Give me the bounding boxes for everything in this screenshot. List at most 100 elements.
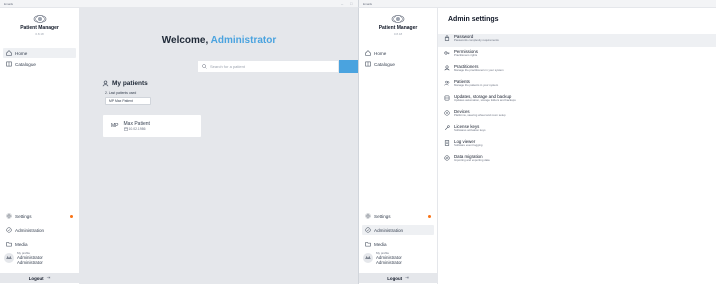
app-name: Patient Manager — [20, 25, 59, 31]
settings-item-text: Data migration Importing and exporting da… — [454, 154, 490, 162]
patient-card[interactable]: MP Max Patient 10.02.1986 — [103, 115, 201, 137]
settings-item-data-migration[interactable]: Data migration Importing and exporting da… — [438, 154, 716, 167]
migration-icon — [444, 155, 450, 161]
lock-icon — [444, 35, 450, 41]
folder-icon — [365, 242, 371, 247]
admin-settings-title: Admin settings — [448, 16, 499, 23]
nav-administration[interactable]: Administration — [3, 225, 76, 235]
nav-catalogue-label-2: Catalogue — [374, 61, 395, 67]
book-icon — [365, 61, 371, 67]
nav-home[interactable]: Home — [3, 48, 76, 58]
patient-date-row: 10.02.1986 — [123, 127, 150, 131]
gear-icon — [365, 213, 371, 219]
nav-media[interactable]: Media — [3, 239, 76, 249]
notification-dot — [70, 214, 73, 218]
settings-item-desc: Manage the practitioners in your system — [454, 68, 504, 72]
gear-icon — [6, 213, 12, 219]
my-patients-title: My patients — [102, 80, 148, 87]
maximize-icon[interactable]: □ — [350, 1, 352, 6]
calendar-icon — [123, 127, 128, 131]
patient-initials: MP — [111, 123, 119, 129]
profile-block[interactable]: AA My profile Administrator Administrato… — [4, 251, 75, 265]
log-icon — [444, 140, 450, 146]
patient-search-input[interactable]: Search for a patient — [197, 60, 339, 73]
settings-item-log-viewer[interactable]: Log viewer Software event logging — [438, 139, 716, 152]
minimize-icon[interactable]: – — [341, 1, 343, 6]
sidebar-2: Patient Manager 0.8.18 Home Catalogue Se… — [358, 8, 438, 284]
storage-icon — [444, 95, 450, 101]
user-icon — [444, 65, 450, 71]
settings-item-desc: Platforms, steering wheel and room setup — [454, 113, 506, 117]
settings-item-text: Patients Manage the patients in your syst… — [454, 79, 498, 87]
logout-label: Logout — [28, 275, 44, 281]
license-icon — [445, 125, 450, 130]
settings-item-desc: Practitioners rights — [454, 53, 478, 57]
logout-button[interactable]: Logout ⇥ — [0, 273, 79, 283]
settings-item-practitioners[interactable]: Practitioners Manage the practitioners in… — [438, 64, 716, 77]
book-icon — [6, 61, 12, 67]
patient-birthdate: 10.02.1986 — [128, 127, 146, 131]
app-version-2: 0.8.18 — [393, 32, 403, 36]
sidebar: Patient Manager 0.8.18 Home Catalogue Se… — [0, 8, 80, 284]
settings-item-text: License keys Softwares activation keys — [454, 124, 486, 132]
nav-settings-2[interactable]: Settings — [362, 211, 434, 221]
app-logo-2: Patient Manager 0.8.18 — [359, 14, 437, 36]
admin-settings-panel: Admin settings Password Passwords complex… — [438, 8, 716, 284]
window-titlebar: Emails – □ — [0, 0, 358, 8]
settings-item-license-keys[interactable]: License keys Softwares activation keys — [438, 124, 716, 137]
logo-icon — [33, 15, 46, 23]
settings-item-desc: Softwares activation keys — [454, 128, 486, 132]
settings-item-desc: Software event logging — [454, 143, 483, 147]
recent-patient-chip[interactable]: MP Max Patient — [105, 97, 151, 105]
settings-item-updates-storage-and-backup[interactable]: Updates, storage and backup Updates autom… — [438, 94, 716, 107]
nav-settings-label-2: Settings — [374, 213, 391, 219]
home-icon — [365, 50, 371, 56]
nav-home-2[interactable]: Home — [362, 48, 434, 58]
settings-item-text: Devices Platforms, steering wheel and roo… — [454, 109, 506, 117]
welcome-heading: Welcome, Administrator — [80, 35, 358, 46]
nav-administration-label: Administration — [15, 227, 45, 233]
nav-media-2[interactable]: Media — [362, 239, 434, 249]
logout-button-2[interactable]: Logout ⇥ — [359, 273, 437, 283]
app-name-2: Patient Manager — [378, 25, 418, 31]
nav-media-label-2: Media — [374, 241, 387, 247]
welcome-name: Administrator — [210, 35, 277, 46]
app-version: 0.8.18 — [35, 32, 44, 36]
device-icon — [444, 110, 450, 116]
profile-role: Administrator — [17, 260, 43, 265]
nav-media-label: Media — [15, 241, 28, 247]
nav-settings[interactable]: Settings — [3, 211, 76, 221]
my-patients-label: My patients — [112, 80, 148, 87]
key-icon — [444, 51, 450, 55]
settings-item-permissions[interactable]: Permissions Practitioners rights — [438, 49, 716, 62]
search-placeholder: Search for a patient — [210, 64, 245, 69]
welcome-prefix: Welcome, — [161, 35, 211, 46]
shield-icon — [365, 227, 371, 233]
settings-item-patients[interactable]: Patients Manage the patients in your syst… — [438, 79, 716, 92]
nav-home-label-2: Home — [374, 50, 387, 56]
window-title: Emails — [4, 2, 14, 6]
folder-icon — [6, 242, 12, 247]
settings-item-password[interactable]: Password Passwords complexity requirement… — [438, 34, 716, 47]
nav-settings-label: Settings — [15, 213, 32, 219]
settings-item-desc: Passwords complexity requirements — [454, 38, 499, 42]
avatar-2: AA — [363, 253, 373, 263]
nav-home-label: Home — [15, 50, 28, 56]
settings-item-desc: Manage the patients in your system — [454, 83, 499, 87]
dashboard-main: Welcome, Administrator Search for a pati… — [80, 8, 416, 284]
settings-item-devices[interactable]: Devices Platforms, steering wheel and roo… — [438, 109, 716, 122]
logout-label-2: Logout — [387, 275, 403, 281]
nav-catalogue[interactable]: Catalogue — [3, 59, 76, 69]
window-titlebar-2: Emails — [358, 0, 716, 8]
home-icon — [6, 50, 12, 56]
settings-item-text: Practitioners Manage the practitioners in… — [454, 64, 504, 72]
profile-role-2: Administrator — [376, 260, 402, 265]
profile-block-2[interactable]: AA My profile Administrator Administrato… — [363, 251, 433, 265]
screenshot-root: Emails – □ Patient Manager 0.8.18 Home C… — [0, 0, 716, 284]
nav-catalogue-2[interactable]: Catalogue — [362, 59, 434, 69]
nav-administration-2[interactable]: Administration — [362, 225, 434, 235]
window-title-2: Emails — [363, 2, 373, 6]
nav-administration-label-2: Administration — [374, 227, 404, 233]
search-icon — [202, 64, 207, 69]
settings-item-desc: Updates automation, storage folders and … — [454, 98, 516, 102]
